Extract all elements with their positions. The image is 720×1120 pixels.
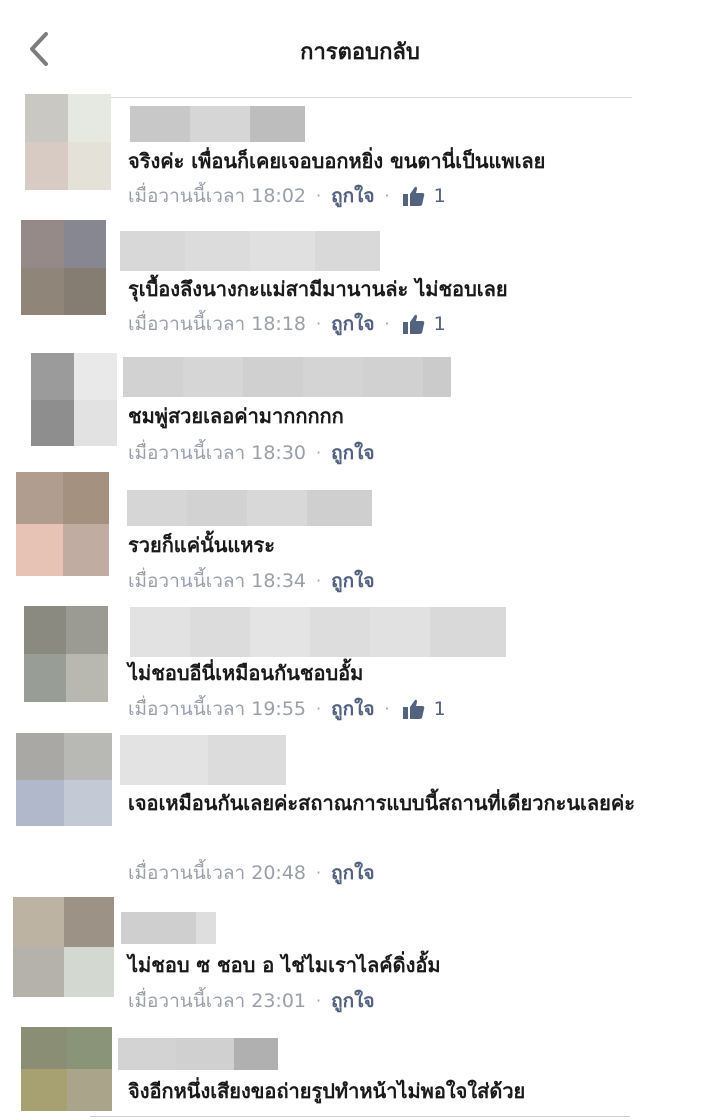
commenter-name-blurred[interactable] (130, 106, 305, 142)
header: การตอบกลับ (0, 0, 720, 97)
comment-text: ชมพู่สวยเลอค่ามากกกกก (128, 404, 344, 428)
comment-meta: เมื่อวานนี้เวลา 20:48 · ถูกใจ (128, 860, 375, 886)
like-button[interactable]: ถูกใจ (331, 860, 374, 886)
thumbs-up-icon (402, 314, 424, 334)
like-count: 1 (433, 698, 446, 720)
separator-dot: · (316, 863, 322, 882)
avatar[interactable] (21, 1027, 112, 1111)
like-button[interactable]: ถูกใจ (331, 696, 374, 722)
like-button[interactable]: ถูกใจ (331, 988, 374, 1014)
comment-text: เจอเหมือนกันเลยค่ะสถาณการแบบนี้สถานที่เด… (128, 791, 635, 815)
comment-meta: เมื่อวานนี้เวลา 18:02 · ถูกใจ · 1 (128, 183, 446, 209)
like-button[interactable]: ถูกใจ (331, 183, 374, 209)
separator-dot: · (384, 186, 390, 205)
separator-dot: · (316, 699, 322, 718)
comment-meta: เมื่อวานนี้เวลา 23:01 · ถูกใจ (128, 988, 375, 1014)
comment-text: ไม่ชอบอีนี่เหมือนกันชอบอั้ม (128, 661, 364, 685)
commenter-name-blurred[interactable] (120, 231, 380, 271)
page-title: การตอบกลับ (300, 40, 420, 65)
comment-text: รวยก็แค่นั้นแหระ (128, 533, 275, 557)
avatar[interactable] (25, 94, 111, 190)
like-button[interactable]: ถูกใจ (331, 568, 374, 594)
separator-dot: · (384, 314, 390, 333)
commenter-name-blurred[interactable] (121, 912, 216, 944)
thumbs-up-icon (402, 186, 424, 206)
comment-time: เมื่อวานนี้เวลา 19:55 (128, 698, 307, 720)
comment-meta: เมื่อวานนี้เวลา 18:18 · ถูกใจ · 1 (128, 311, 446, 337)
avatar[interactable] (24, 606, 108, 702)
comment-meta: เมื่อวานนี้เวลา 18:34 · ถูกใจ (128, 568, 375, 594)
comment-time: เมื่อวานนี้เวลา 18:02 (128, 185, 307, 207)
separator-dot: · (316, 443, 322, 462)
avatar[interactable] (16, 472, 109, 576)
comment-text: จริงค่ะ เพื่อนก็เคยเจอบอกหยิ่ง ขนตานี่เป… (128, 149, 546, 173)
avatar[interactable] (21, 220, 106, 315)
header-divider (110, 97, 632, 98)
comment-meta: เมื่อวานนี้เวลา 18:30 · ถูกใจ (128, 440, 375, 466)
thumbs-up-icon (402, 699, 424, 719)
separator-dot: · (316, 314, 322, 333)
comment-time: เมื่อวานนี้เวลา 18:18 (128, 313, 307, 335)
comment-time: เมื่อวานนี้เวลา 18:34 (128, 570, 307, 592)
like-button[interactable]: ถูกใจ (331, 311, 374, 337)
like-button[interactable]: ถูกใจ (331, 440, 374, 466)
avatar[interactable] (31, 353, 117, 446)
separator-dot: · (384, 699, 390, 718)
like-count: 1 (433, 185, 446, 207)
comment-meta: เมื่อวานนี้เวลา 19:55 · ถูกใจ · 1 (128, 696, 446, 722)
separator-dot: · (316, 571, 322, 590)
commenter-name-blurred[interactable] (127, 490, 372, 526)
separator-dot: · (316, 186, 322, 205)
separator-dot: · (316, 991, 322, 1010)
comment-text: ไม่ชอบ ซ ชอบ อ ไช่ไมเราไลค์ดิ่งอั้ม (128, 953, 441, 977)
commenter-name-blurred[interactable] (118, 1038, 278, 1070)
comment-text: จิงอีกหนึ่งเสียงขอถ่ายรูปทำหน้าไม่พอใจใส… (128, 1079, 526, 1103)
bottom-divider (90, 1116, 630, 1117)
commenter-name-blurred[interactable] (120, 735, 286, 785)
avatar[interactable] (13, 897, 114, 997)
commenter-name-blurred[interactable] (123, 357, 451, 397)
comment-text: รุเบื้องลึงนางกะแม่สามีมานานล่ะ ไม่ชอบเล… (128, 277, 508, 301)
like-count: 1 (433, 313, 446, 335)
comment-time: เมื่อวานนี้เวลา 20:48 (128, 862, 307, 884)
commenter-name-blurred[interactable] (130, 607, 506, 657)
avatar[interactable] (16, 733, 112, 826)
comment-time: เมื่อวานนี้เวลา 23:01 (128, 990, 307, 1012)
comment-time: เมื่อวานนี้เวลา 18:30 (128, 442, 307, 464)
